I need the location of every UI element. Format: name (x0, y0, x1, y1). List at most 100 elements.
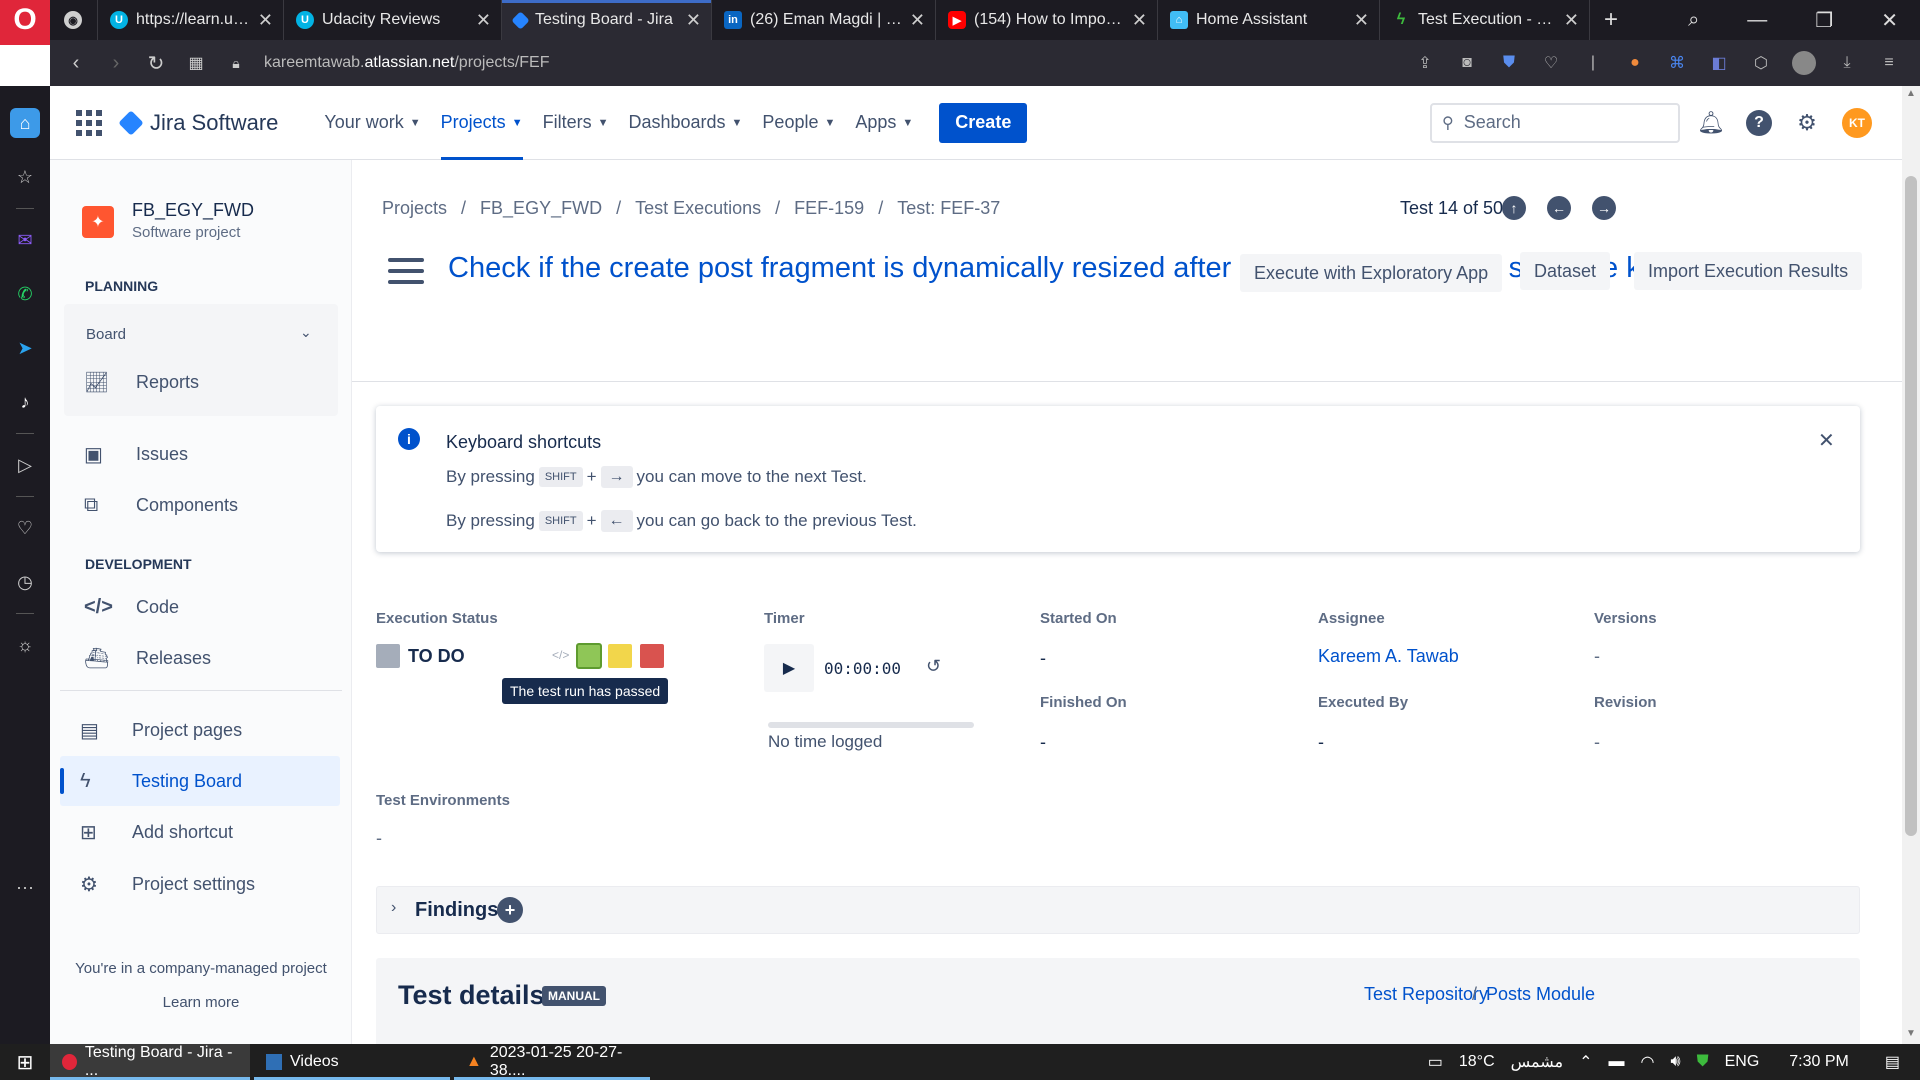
breadcrumb-projects[interactable]: Projects (382, 198, 447, 219)
add-finding-icon[interactable]: + (497, 897, 523, 923)
tiktok-icon[interactable]: ♪ (10, 387, 40, 417)
learn-more-link[interactable]: Learn more (50, 994, 352, 1011)
close-icon[interactable]: ✕ (1354, 10, 1369, 31)
nav-your-work[interactable]: Your work ▼ (314, 86, 430, 160)
posts-module-link[interactable]: Posts Module (1486, 984, 1595, 1005)
browser-tab-youtube[interactable]: ▶ (154) How to Import Te ✕ (936, 0, 1158, 40)
browser-tab-udacity-learn[interactable]: U https://learn.udacity.co ✕ (98, 0, 284, 40)
telegram-icon[interactable]: ➤ (10, 333, 40, 363)
lightbulb-icon[interactable]: ☼ (10, 630, 40, 660)
execute-exploratory-button[interactable]: Execute with Exploratory App (1240, 254, 1503, 292)
url-field[interactable]: kareemtawab.atlassian.net/projects/FEF (264, 54, 549, 72)
sidebar-item-project-pages[interactable]: ▤ Project pages (62, 718, 332, 743)
security-shield-icon[interactable]: ⛊ (1697, 1053, 1709, 1071)
breadcrumb-execution[interactable]: FEF-159 (794, 198, 864, 219)
heart-icon[interactable]: ♡ (10, 513, 40, 543)
board-dropdown-label[interactable]: Board (86, 326, 126, 343)
reset-timer-icon[interactable]: ↺ (926, 656, 941, 677)
findings-section[interactable]: › Findings + (376, 886, 1860, 934)
volume-icon[interactable]: 🔊︎ (1671, 1053, 1681, 1071)
breadcrumb-test-executions[interactable]: Test Executions (635, 198, 761, 219)
status-executing-button[interactable] (608, 644, 632, 668)
browser-tab-xray[interactable]: ϟ Test Execution - Xray S ✕ (1380, 0, 1590, 40)
profile-icon[interactable] (1792, 51, 1816, 75)
breadcrumb-test[interactable]: Test: FEF-37 (897, 198, 1000, 219)
browser-tab-home-assistant[interactable]: ⌂ Home Assistant ✕ (1158, 0, 1380, 40)
whatsapp-icon[interactable]: ✆ (10, 279, 40, 309)
page-scrollbar[interactable]: ▲ ▼ (1902, 86, 1920, 1044)
browser-tab-jira[interactable]: Testing Board - Jira ✕ (502, 0, 712, 40)
chevron-down-icon[interactable]: ⌄ (300, 324, 312, 341)
star-icon[interactable]: ☆ (10, 162, 40, 192)
history-icon[interactable]: ◷ (10, 567, 40, 597)
status-pass-button[interactable] (576, 643, 602, 669)
shield-icon[interactable]: ⛊ (1498, 52, 1520, 74)
chevron-right-icon[interactable]: › (391, 899, 396, 917)
nav-people[interactable]: People ▼ (752, 86, 845, 160)
reload-icon[interactable]: ↻ (136, 51, 176, 76)
nav-apps[interactable]: Apps ▼ (845, 86, 923, 160)
browser-tab-globe[interactable]: ◉ (50, 0, 98, 40)
breadcrumb-project[interactable]: FB_EGY_FWD (480, 198, 602, 219)
scrollbar-thumb[interactable] (1905, 176, 1917, 836)
scroll-down-icon[interactable]: ▼ (1906, 1028, 1916, 1039)
sidebar-item-releases[interactable]: ⛴ Releases (62, 646, 332, 671)
sidebar-item-testing-board[interactable]: ϟ Testing Board (62, 770, 332, 793)
tab-grid-icon[interactable]: ▦ (176, 53, 216, 73)
test-repository-link[interactable]: Test Repository (1364, 984, 1488, 1005)
clock[interactable]: 7:30 PM (1789, 1053, 1849, 1071)
close-icon[interactable]: ✕ (686, 10, 701, 31)
extension-icon[interactable]: ◧ (1708, 52, 1730, 74)
play-icon[interactable]: ▶ (764, 644, 814, 692)
import-execution-results-button[interactable]: Import Execution Results (1634, 252, 1863, 290)
battery-icon[interactable]: ▬ (1609, 1053, 1625, 1071)
notifications-icon[interactable]: ▤ (1885, 1052, 1900, 1072)
extension-icon[interactable]: ● (1624, 52, 1646, 74)
nav-filters[interactable]: Filters ▼ (533, 86, 619, 160)
download-icon[interactable]: ⤓ (1836, 52, 1858, 74)
browser-tab-linkedin[interactable]: in (26) Eman Magdi | Linke ✕ (712, 0, 936, 40)
taskbar-item-vlc[interactable]: ▲ 2023-01-25 20-27-38.... (454, 1044, 650, 1080)
scroll-up-icon[interactable]: ▲ (1906, 88, 1916, 99)
create-button[interactable]: Create (939, 102, 1028, 143)
translate-icon[interactable]: ⌘ (1666, 52, 1688, 74)
language-indicator[interactable]: ENG (1725, 1053, 1760, 1071)
heart-icon[interactable]: ♡ (1540, 52, 1562, 74)
restore-icon[interactable]: ❐ (1815, 8, 1833, 33)
notifications-icon[interactable]: 🔔︎ (1696, 108, 1726, 138)
nav-projects[interactable]: Projects ▼ (431, 86, 533, 160)
avatar[interactable]: KT (1842, 107, 1872, 138)
sidebar-item-issues[interactable]: ▣ Issues (62, 442, 332, 467)
browser-tab-udacity-reviews[interactable]: U Udacity Reviews ✕ (284, 0, 502, 40)
menu-icon[interactable]: ≡ (1878, 52, 1900, 74)
more-icon[interactable]: ··· (10, 872, 40, 902)
arrow-up-icon[interactable]: ↑ (1502, 196, 1526, 220)
dataset-button[interactable]: Dataset (1520, 252, 1611, 290)
help-icon[interactable]: ? (1746, 109, 1772, 136)
settings-gear-icon[interactable]: ⚙ (1792, 108, 1822, 138)
sidebar-item-add-shortcut[interactable]: ⊞ Add shortcut (62, 820, 332, 845)
arrow-right-icon[interactable]: → (1592, 196, 1616, 220)
messenger-icon[interactable]: ✉ (10, 225, 40, 255)
sidebar-item-components[interactable]: ⧉ Components (62, 494, 332, 517)
back-icon[interactable]: ‹ (56, 52, 96, 75)
new-tab-icon[interactable]: + (1604, 6, 1618, 34)
wifi-icon[interactable]: ◠ (1641, 1052, 1655, 1072)
news-icon[interactable]: ▭ (1428, 1052, 1443, 1072)
status-fail-button[interactable] (640, 644, 664, 668)
search-tabs-icon[interactable]: ⌕ (1688, 9, 1699, 32)
forward-icon[interactable]: › (96, 52, 136, 75)
app-switcher-icon[interactable] (76, 109, 102, 136)
share-icon[interactable]: ⇪ (1414, 52, 1436, 74)
taskbar-item-videos[interactable]: Videos (254, 1044, 450, 1080)
close-icon[interactable]: ✕ (258, 10, 273, 31)
opera-logo-icon[interactable]: O (0, 0, 50, 45)
close-icon[interactable]: ✕ (1564, 10, 1579, 31)
sidebar-item-project-settings[interactable]: ⚙ Project settings (62, 872, 332, 897)
arrow-left-icon[interactable]: ← (1547, 196, 1571, 220)
chevron-up-icon[interactable]: ⌃ (1579, 1052, 1592, 1072)
close-window-icon[interactable]: ✕ (1881, 8, 1898, 33)
close-icon[interactable]: ✕ (476, 10, 491, 31)
home-icon[interactable]: ⌂ (10, 108, 40, 138)
camera-icon[interactable]: ◙ (1456, 52, 1478, 74)
